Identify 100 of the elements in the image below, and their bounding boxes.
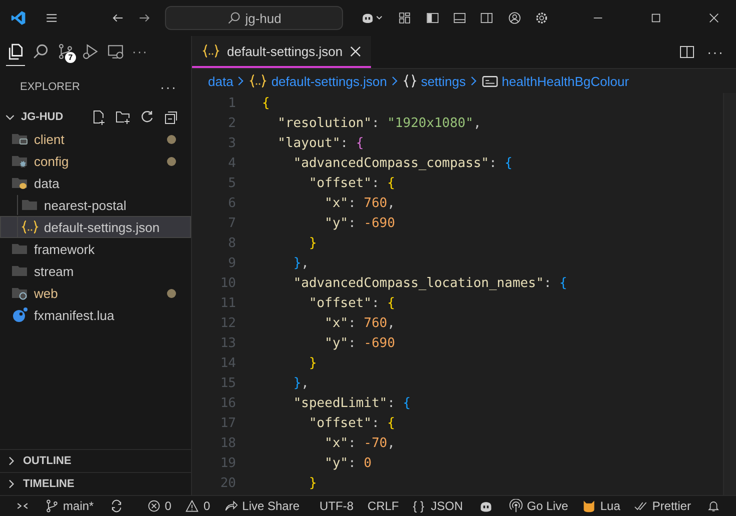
go-live-status[interactable]: Go Live xyxy=(508,499,568,513)
prettier-status[interactable]: Prettier xyxy=(634,499,691,513)
line-number: 16 xyxy=(219,396,236,410)
file-name: web xyxy=(34,286,58,300)
language-status[interactable]: Lua xyxy=(582,499,620,513)
breadcrumb-item[interactable]: data xyxy=(208,74,234,88)
file-tree-item[interactable]: nearest-postal xyxy=(0,194,191,216)
code-line: }, xyxy=(292,256,309,270)
braces-icon xyxy=(202,43,220,59)
line-number: 17 xyxy=(219,416,236,430)
folder-icon xyxy=(11,241,29,257)
code-line: }, xyxy=(292,376,309,390)
code-line: "x": 760, xyxy=(324,196,396,210)
code-line: "layout": { xyxy=(276,136,364,150)
remote-explorer-icon xyxy=(107,42,124,60)
breadcrumb-item[interactable]: default-settings.json xyxy=(249,73,387,89)
collapse-all-icon[interactable] xyxy=(163,109,179,125)
line-number: 11 xyxy=(219,296,236,310)
status-item[interactable]: UTF-8 xyxy=(320,499,354,513)
maximize-icon[interactable] xyxy=(651,12,662,24)
code-line: "x": -70, xyxy=(324,436,396,450)
file-tree-item[interactable]: fxmanifest.lua xyxy=(0,304,191,326)
toggle-panel-icon[interactable] xyxy=(453,10,466,26)
chevron-icon xyxy=(390,74,399,88)
line-number: 12 xyxy=(219,316,236,330)
code-line: } xyxy=(308,236,317,250)
lua-file-icon xyxy=(11,307,29,323)
run-debug-icon xyxy=(82,42,99,60)
toggle-sidebar-icon[interactable] xyxy=(426,10,440,26)
notifications-bell-icon[interactable] xyxy=(706,499,720,513)
warnings-status[interactable]: 0 xyxy=(185,499,210,513)
settings-icon[interactable] xyxy=(534,10,548,26)
broadcast-icon xyxy=(508,499,523,513)
notification-badge: 7 xyxy=(65,52,76,62)
line-number: 6 xyxy=(227,196,236,210)
new-folder-icon[interactable] xyxy=(115,109,131,125)
breadcrumb-item[interactable]: settings xyxy=(402,73,466,89)
file-name: nearest-postal xyxy=(44,198,126,212)
section-header[interactable]: OUTLINE xyxy=(0,449,191,472)
file-tree-item[interactable]: data xyxy=(0,172,191,194)
code-line: "y": 0 xyxy=(324,456,372,470)
folder-icon xyxy=(11,131,29,147)
line-number: 15 xyxy=(219,376,236,390)
folder-name[interactable]: JG-HUD xyxy=(21,111,64,123)
sync-icon[interactable] xyxy=(110,499,123,513)
close-icon[interactable] xyxy=(350,46,361,56)
more-icon: ··· xyxy=(132,44,148,58)
file-tree-item[interactable]: framework xyxy=(0,238,191,260)
activity-tab[interactable]: 7 xyxy=(56,38,75,66)
more-actions-button[interactable]: ··· xyxy=(707,44,724,60)
toggle-secondary-sidebar-icon[interactable] xyxy=(480,10,494,26)
account-icon[interactable] xyxy=(508,10,521,26)
code-line: "advancedCompass_location_names": { xyxy=(292,276,568,290)
new-file-icon[interactable] xyxy=(91,109,107,125)
status-item[interactable]: { } JSON xyxy=(412,499,463,513)
branch-status[interactable]: main* xyxy=(45,499,94,513)
line-number: 3 xyxy=(227,136,236,150)
line-number: 4 xyxy=(227,156,236,170)
section-header[interactable]: TIMELINE xyxy=(0,472,191,495)
file-tree-item[interactable]: stream xyxy=(0,260,191,282)
file-tree-item[interactable]: default-settings.json xyxy=(0,216,191,238)
vscode-logo-icon[interactable] xyxy=(10,8,27,28)
file-tree-item[interactable]: config xyxy=(0,150,191,172)
code-line: "resolution": "1920x1080", xyxy=(276,116,482,130)
file-name: default-settings.json xyxy=(44,220,160,234)
code-line: } xyxy=(308,356,317,370)
cat-icon xyxy=(582,499,596,513)
search-icon xyxy=(227,11,242,25)
line-number: 8 xyxy=(227,236,236,250)
file-tree-item[interactable]: web xyxy=(0,282,191,304)
share-arrow-icon xyxy=(224,499,238,513)
command-search-field[interactable]: jg-hud xyxy=(165,6,344,30)
code-line: { xyxy=(262,96,270,110)
activity-tab[interactable]: ··· xyxy=(131,40,149,64)
file-name: client xyxy=(34,132,64,146)
chevron-icon xyxy=(470,74,478,88)
customize-layout-icon[interactable] xyxy=(398,10,412,26)
split-editor-icon[interactable] xyxy=(679,44,695,60)
line-number: 18 xyxy=(219,436,236,450)
braces-icon xyxy=(21,219,39,235)
line-number: 13 xyxy=(219,336,236,350)
folder-icon xyxy=(11,175,29,191)
errors-status[interactable]: 0 xyxy=(146,499,172,513)
live-share-status[interactable]: Live Share xyxy=(224,499,300,513)
close-icon[interactable] xyxy=(709,12,720,24)
search-icon xyxy=(32,42,49,60)
status-item[interactable]: CRLF xyxy=(368,499,399,513)
line-number: 19 xyxy=(219,456,236,470)
file-name: config xyxy=(34,154,69,168)
editor-tab[interactable]: default-settings.json xyxy=(192,36,371,68)
code-line: "y": -690 xyxy=(324,216,396,230)
code-line: "x": 760, xyxy=(324,316,396,330)
file-name: data xyxy=(34,176,60,190)
folder-icon xyxy=(11,285,29,301)
branch-icon xyxy=(45,499,60,513)
file-tree-item[interactable]: client xyxy=(0,128,191,150)
breadcrumb-item[interactable]: healthHealthBgColour xyxy=(482,74,629,88)
more-actions-button[interactable]: ··· xyxy=(160,79,177,95)
code-line: "offset": { xyxy=(308,296,396,310)
refresh-icon[interactable] xyxy=(139,109,155,125)
